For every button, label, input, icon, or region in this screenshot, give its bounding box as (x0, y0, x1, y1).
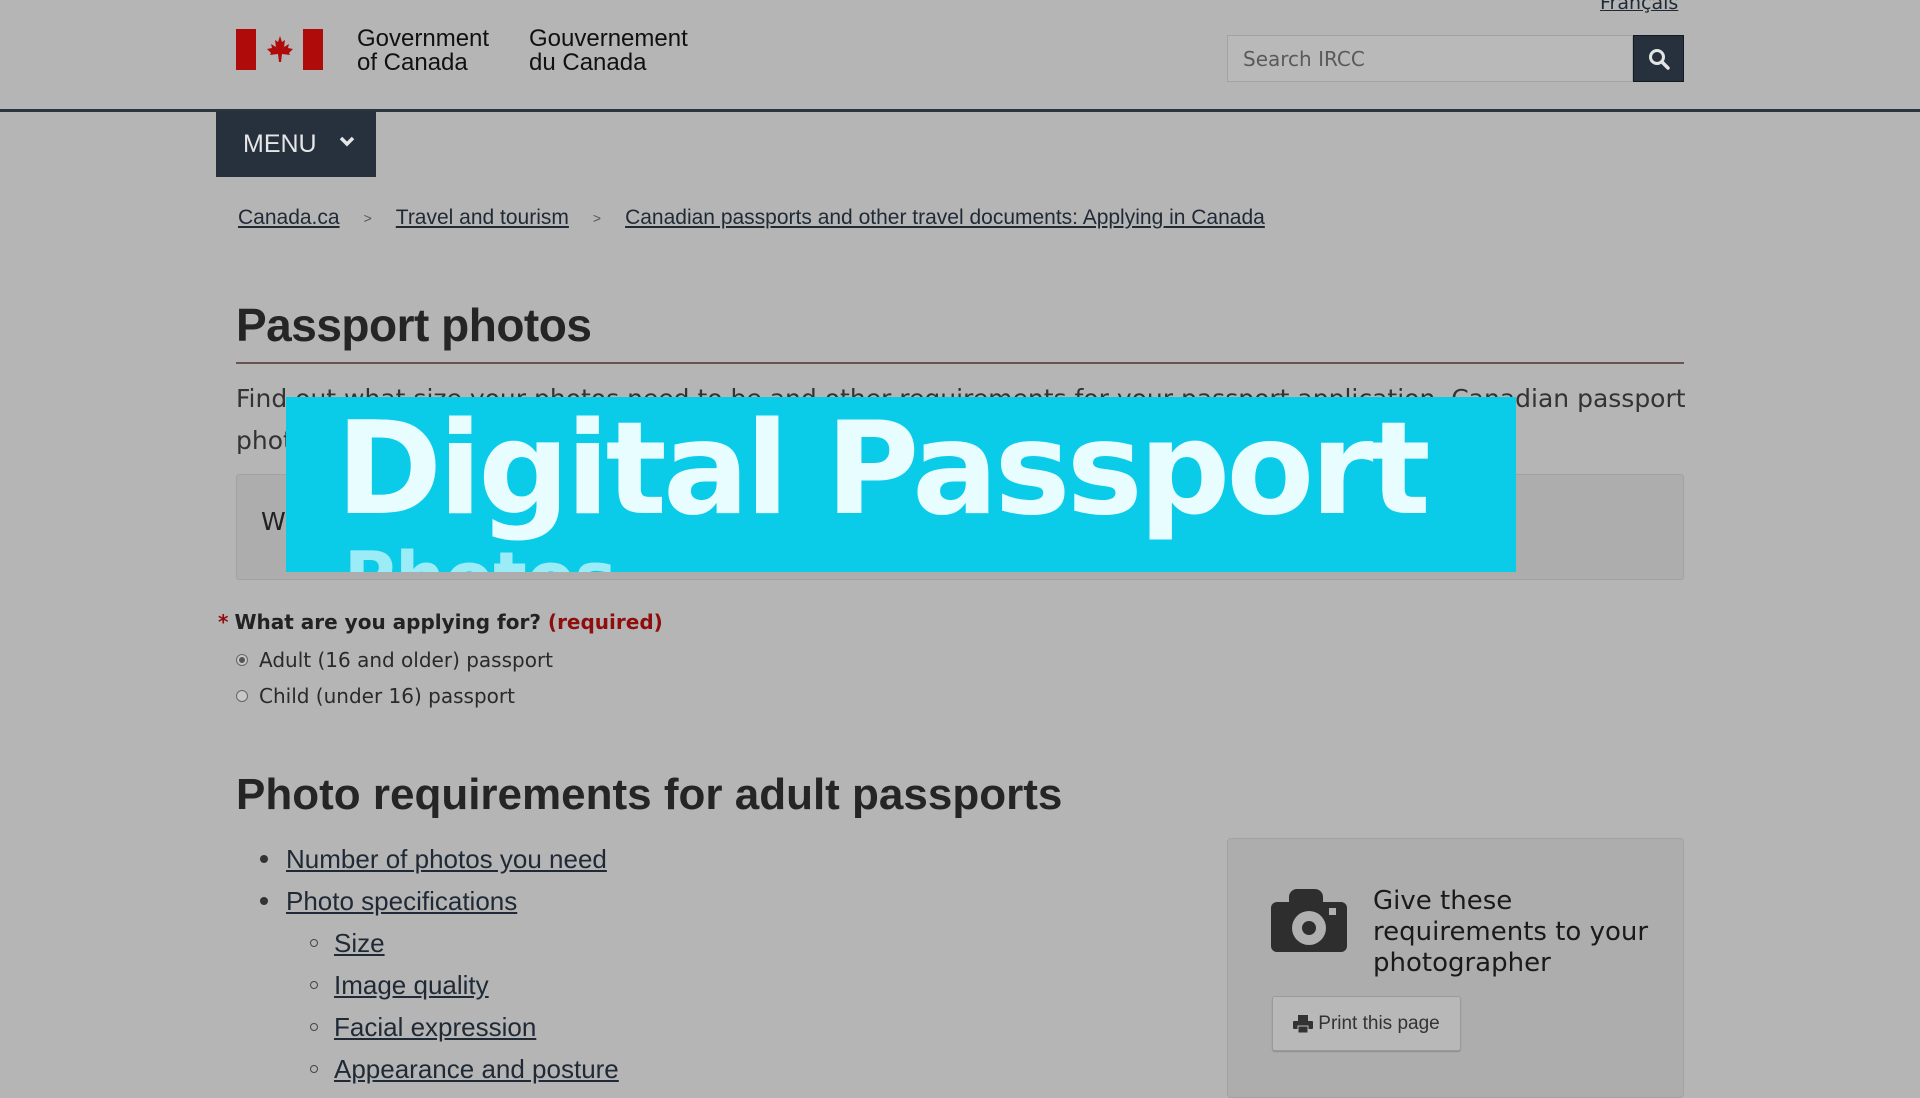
breadcrumb-separator: > (592, 210, 602, 226)
signature-en-line1: Government (357, 25, 490, 52)
overlay-subtitle: Photos (344, 537, 616, 572)
camera-icon (1271, 889, 1349, 957)
list-item: Facial expression (236, 1006, 619, 1048)
bullet-icon (260, 855, 268, 863)
page-title: Passport photos (236, 299, 592, 351)
circle-bullet-icon (310, 1065, 318, 1073)
signature-fr-line2: du Canada (529, 49, 647, 76)
required-asterisk: * (218, 610, 229, 634)
printer-icon (1293, 1014, 1314, 1033)
info-box-text: W (261, 507, 286, 536)
list-item: Number of photos you need (236, 838, 619, 880)
search-box[interactable] (1227, 35, 1633, 82)
government-signature-fr[interactable]: Gouvernement du Canada (529, 27, 688, 75)
search-button[interactable] (1633, 35, 1684, 82)
overlay-title: Digital Passport (336, 397, 1431, 544)
circle-bullet-icon (310, 981, 318, 989)
radio-selected-icon[interactable] (236, 654, 248, 666)
list-item: Image quality (236, 964, 619, 1006)
menu-button[interactable]: MENU (216, 111, 376, 177)
list-item: Size (236, 922, 619, 964)
language-toggle-link[interactable]: Français (1600, 0, 1678, 14)
photographer-card-title: Give these requirements to your photogra… (1373, 886, 1649, 978)
list-item: Photo specifications (236, 880, 619, 922)
search-input[interactable] (1228, 36, 1632, 81)
menu-label: MENU (243, 129, 317, 158)
bullet-icon (260, 897, 268, 905)
applying-for-question: * What are you applying for? (required) (218, 610, 663, 634)
print-page-button[interactable]: Print this page (1272, 996, 1461, 1051)
breadcrumb-passports-applying[interactable]: Canadian passports and other travel docu… (625, 206, 1265, 230)
radio-child-passport[interactable]: Child (under 16) passport (236, 684, 515, 708)
chevron-down-icon (339, 135, 355, 153)
required-label: (required) (547, 610, 663, 634)
canada-flag-icon (236, 29, 323, 70)
radio-adult-label: Adult (16 and older) passport (259, 648, 554, 672)
radio-child-label: Child (under 16) passport (259, 684, 515, 708)
breadcrumb-canada-ca[interactable]: Canada.ca (238, 206, 340, 230)
radio-unselected-icon[interactable] (236, 690, 248, 702)
print-page-label: Print this page (1318, 1012, 1440, 1034)
link-image-quality[interactable]: Image quality (334, 970, 489, 1001)
breadcrumb: Canada.ca > Travel and tourism > Canadia… (238, 206, 1265, 230)
signature-en-line2: of Canada (357, 49, 468, 76)
link-photo-specifications[interactable]: Photo specifications (286, 886, 517, 917)
list-item: Appearance and posture (236, 1048, 619, 1090)
link-facial-expression[interactable]: Facial expression (334, 1012, 536, 1043)
government-signature-en[interactable]: Government of Canada (357, 27, 489, 75)
breadcrumb-travel-tourism[interactable]: Travel and tourism (396, 206, 569, 230)
radio-adult-passport[interactable]: Adult (16 and older) passport (236, 648, 553, 672)
link-number-of-photos[interactable]: Number of photos you need (286, 844, 607, 875)
signature-fr-line1: Gouvernement (529, 25, 688, 52)
link-size[interactable]: Size (334, 928, 385, 959)
breadcrumb-separator: > (363, 210, 372, 226)
circle-bullet-icon (310, 939, 318, 947)
search-icon (1648, 48, 1670, 70)
title-divider (236, 362, 1684, 364)
circle-bullet-icon (310, 1023, 318, 1031)
requirements-link-list: Number of photos you need Photo specific… (236, 838, 619, 1090)
video-title-overlay: Digital Passport Photos (286, 397, 1516, 572)
section-title: Photo requirements for adult passports (236, 770, 1063, 819)
question-label: What are you applying for? (234, 610, 541, 634)
